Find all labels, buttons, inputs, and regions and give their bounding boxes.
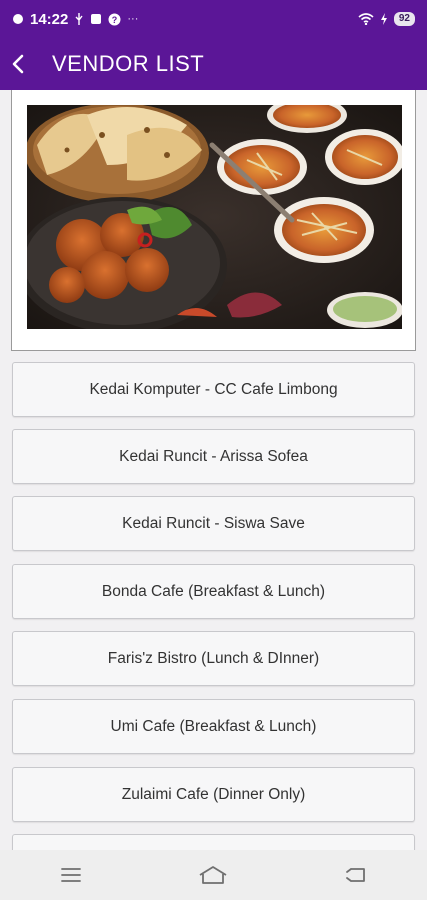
status-time: 14:22 [30,10,69,28]
vendor-item-cc-cafe-limbong[interactable]: Kedai Komputer - CC Cafe Limbong [12,362,415,417]
usb-icon [75,13,83,25]
banner-card [11,90,416,351]
vendor-item-umi-cafe[interactable]: Umi Cafe (Breakfast & Lunch) [12,699,415,754]
status-dot-icon [13,14,23,24]
vendor-list-content[interactable]: Kedai Komputer - CC Cafe Limbong Kedai R… [0,90,427,850]
app-notification-icon [91,14,102,24]
home-icon [200,866,227,884]
help-notification-icon: ? [108,13,121,25]
svg-text:?: ? [112,15,118,25]
home-button[interactable] [183,855,243,895]
back-button[interactable] [0,38,36,90]
food-banner-image [27,105,402,329]
vendor-item-fariz-bistro[interactable]: Faris'z Bistro (Lunch & DInner) [12,631,415,686]
page-title: VENDOR LIST [52,51,205,76]
vendor-item-zulaimi-cafe[interactable]: Zulaimi Cafe (Dinner Only) [12,767,415,822]
arrow-left-icon [12,54,24,74]
app-bar: VENDOR LIST [0,38,427,90]
menu-button[interactable] [41,855,101,895]
vendor-item-siswa-save[interactable]: Kedai Runcit - Siswa Save [12,496,415,551]
back-icon [345,868,365,882]
battery-level: 92 [393,12,415,26]
charging-icon [380,13,387,25]
vendor-item-arissa-sofea[interactable]: Kedai Runcit - Arissa Sofea [12,429,415,484]
vendor-item-partial[interactable] [12,834,415,850]
system-nav-bar [0,850,427,900]
more-notifications-icon: ··· [127,13,139,25]
wifi-icon [358,13,374,25]
status-bar: 14:22 ? ··· 92 [0,0,427,38]
vendor-item-bonda-cafe[interactable]: Bonda Cafe (Breakfast & Lunch) [12,564,415,619]
menu-icon [61,868,82,882]
back-nav-button[interactable] [326,855,386,895]
